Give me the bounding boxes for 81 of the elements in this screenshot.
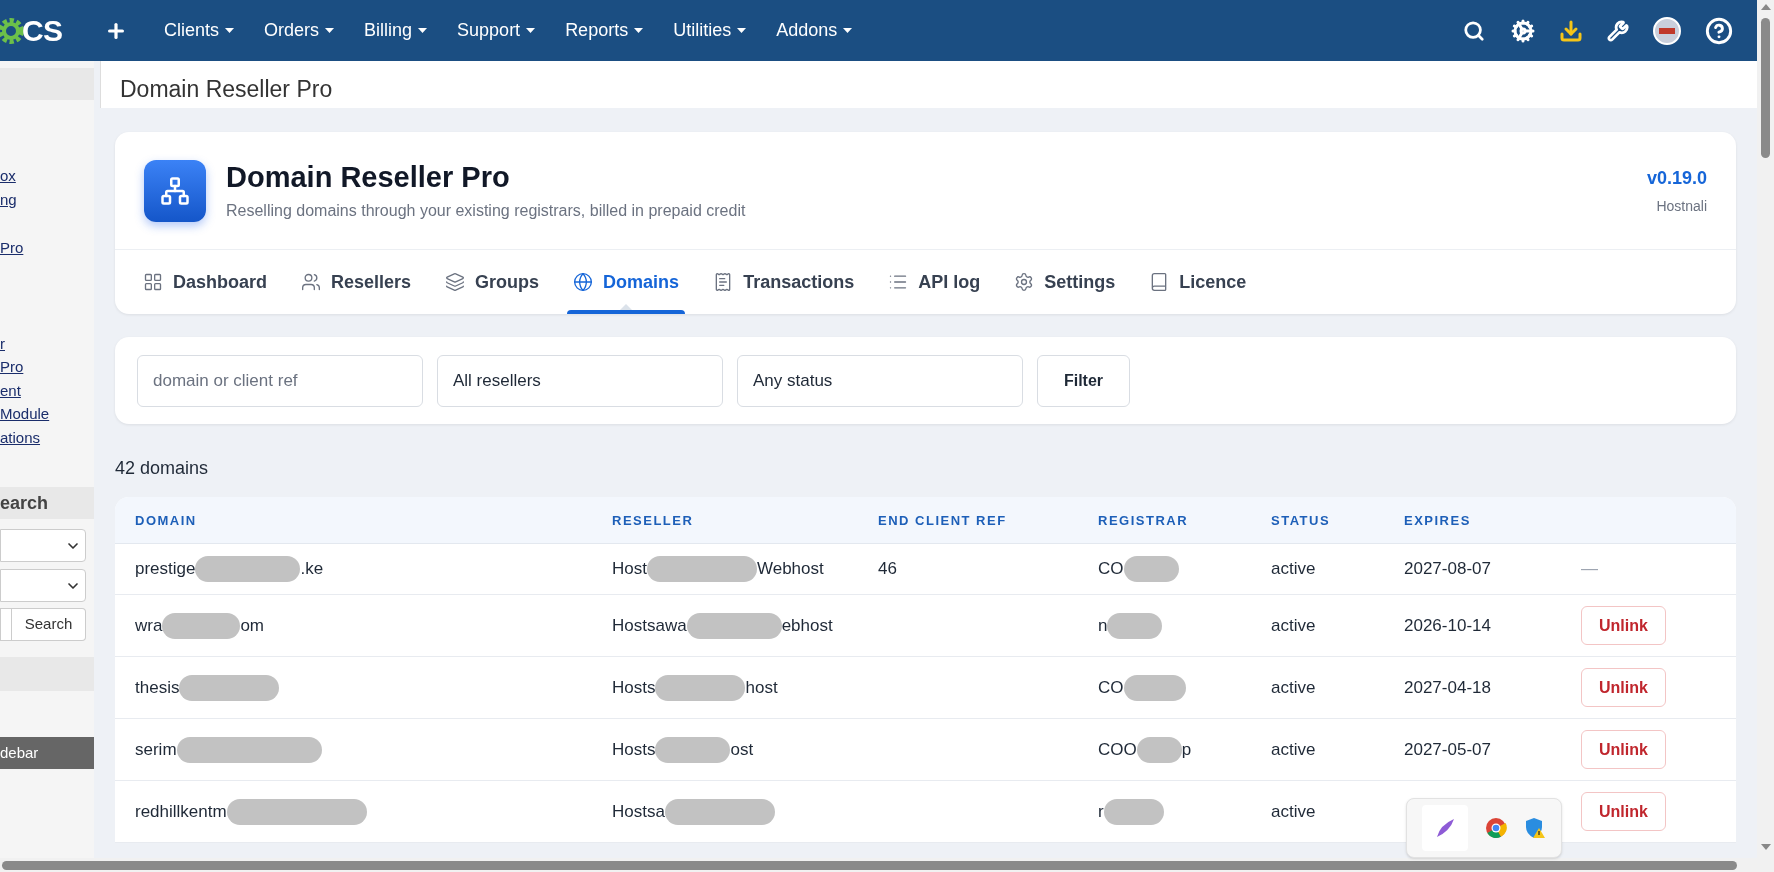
cell-text: ost: [730, 738, 754, 761]
sidebar-link[interactable]: ox: [0, 164, 94, 188]
cell-text: ebhost: [781, 614, 833, 637]
search-field[interactable]: domain or client ref: [137, 354, 423, 407]
nav-menu[interactable]: Orders: [249, 17, 350, 44]
cell-text: Webhost: [756, 558, 824, 581]
cell-text: COO: [1098, 738, 1137, 761]
column-header: STATUS: [1271, 513, 1331, 528]
unlink-button[interactable]: Unlink: [1581, 606, 1666, 645]
version-label: v0.19.0: [1646, 167, 1707, 190]
cell-text: p: [1181, 738, 1192, 761]
module-subtitle: Reselling domains through your existing registrars, billed in prepaid credit: [226, 201, 746, 221]
status-text: active: [1271, 615, 1316, 635]
status-text: active: [1271, 739, 1316, 759]
cell-text: r: [1098, 800, 1104, 823]
unlink-button[interactable]: Unlink: [1581, 792, 1666, 831]
logo[interactable]: CS: [0, 8, 91, 53]
tab[interactable]: Settings: [1008, 250, 1122, 314]
nav-menu[interactable]: Reports: [550, 17, 659, 44]
vendor-label: Hostnali: [1656, 197, 1707, 216]
cell-text: om: [240, 614, 265, 637]
column-header: RESELLER: [612, 513, 694, 528]
page-title: Domain Reseller Pro: [120, 74, 333, 104]
column-header: DOMAIN: [135, 513, 197, 528]
cell-text: n: [1098, 614, 1108, 637]
cell-text: 2027-05-07: [1404, 739, 1491, 759]
sidebar-link[interactable]: ent: [0, 378, 94, 402]
cell-text: 2026-10-14: [1404, 615, 1491, 635]
status-text: active: [1271, 559, 1316, 579]
cell-text: Hosts: [612, 676, 656, 699]
reseller-select[interactable]: All resellers: [437, 354, 723, 407]
nav-menu[interactable]: Addons: [761, 17, 868, 44]
sidebar-link[interactable]: ations: [0, 425, 94, 449]
logo-text: CS: [22, 13, 63, 49]
status-text: active: [1271, 677, 1316, 697]
column-header: EXPIRES: [1404, 513, 1471, 528]
cell-text: CO: [1098, 676, 1124, 699]
cell-text: Host: [612, 558, 647, 581]
nav-menu[interactable]: Billing: [349, 17, 443, 44]
sidebar-link[interactable]: Pro: [0, 355, 94, 379]
cell-text: prestige: [135, 558, 196, 581]
unlink-button[interactable]: Unlink: [1581, 730, 1666, 769]
search-button[interactable]: Search: [12, 608, 86, 641]
sidebar-link[interactable]: ng: [0, 187, 94, 211]
cell-text: 2027-04-18: [1404, 677, 1491, 697]
filter-button[interactable]: Filter: [1037, 354, 1130, 407]
cell-text: Hosts: [612, 738, 656, 761]
result-count: 42 domains: [115, 457, 210, 479]
sidebar-link[interactable]: r: [0, 331, 94, 355]
sidebar-link[interactable]: Pro: [0, 236, 94, 260]
sidebar-link[interactable]: Module: [0, 402, 94, 426]
tab[interactable]: Transactions: [707, 250, 861, 314]
column-header: REGISTRAR: [1098, 513, 1189, 528]
tab[interactable]: API log: [882, 250, 987, 314]
sidebar-heading: earch: [0, 487, 94, 519]
cell-text: 2027-08-07: [1404, 559, 1491, 579]
cell-text: thesis: [135, 676, 180, 699]
nav-menu[interactable]: Utilities: [658, 17, 762, 44]
status-select[interactable]: Any status: [737, 354, 1023, 407]
cell-text: CO: [1098, 558, 1124, 581]
hide-sidebar-button[interactable]: debar: [0, 737, 94, 769]
tab[interactable]: Domains: [567, 250, 686, 314]
tab[interactable]: Resellers: [295, 250, 418, 314]
cell-text: Hostsawa: [612, 614, 687, 637]
tab[interactable]: Groups: [439, 250, 546, 314]
module-title: Domain Reseller Pro: [226, 160, 511, 195]
cell-text: redhillkentm: [135, 800, 227, 823]
column-header: END CLIENT REF: [878, 513, 1007, 528]
cell-text: Hostsa: [612, 800, 665, 823]
empty-dash: —: [1581, 559, 1598, 579]
tab[interactable]: Dashboard: [137, 250, 274, 314]
cell-text: serim: [135, 738, 177, 761]
cell-text: .ke: [300, 558, 324, 581]
nav-menu[interactable]: Clients: [149, 17, 250, 44]
status-text: active: [1271, 801, 1316, 821]
cell-text: wra: [135, 614, 163, 637]
cell-text: 46: [878, 559, 897, 579]
tab[interactable]: Licence: [1143, 250, 1253, 314]
unlink-button[interactable]: Unlink: [1581, 668, 1666, 707]
cell-text: host: [745, 676, 778, 699]
nav-menu[interactable]: Support: [442, 17, 551, 44]
